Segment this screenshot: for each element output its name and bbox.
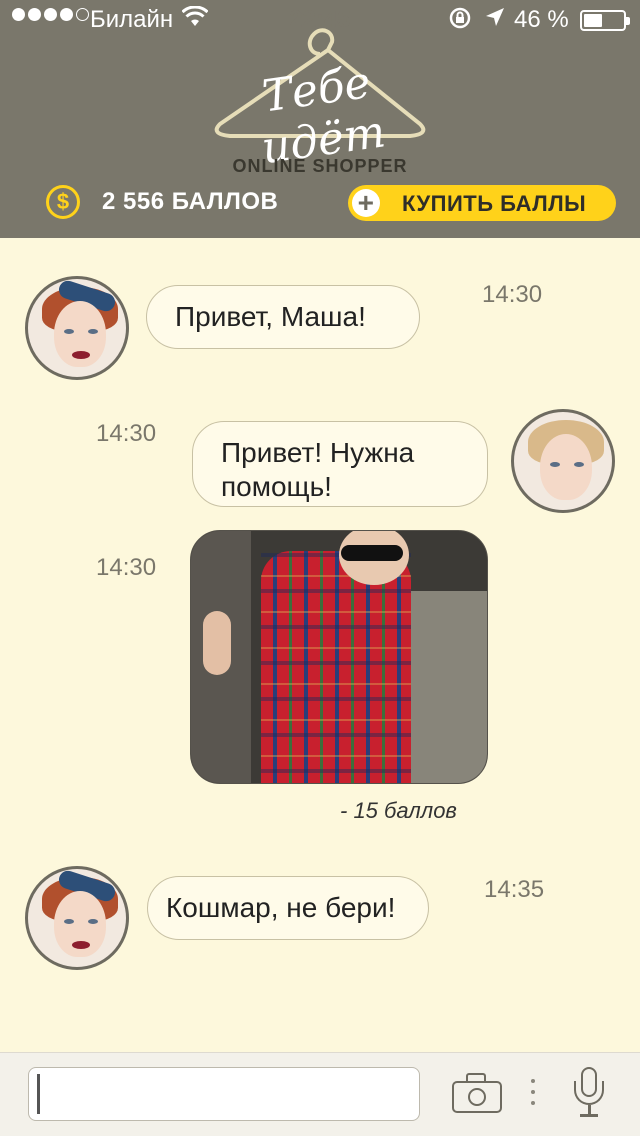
logo-subtitle: ONLINE SHOPPER	[232, 156, 408, 176]
message-photo[interactable]	[190, 530, 488, 784]
more-vertical-icon[interactable]	[531, 1079, 535, 1112]
message-time: 14:30	[96, 554, 157, 581]
coin-icon: $	[46, 185, 80, 219]
message-time: 14:35	[484, 876, 545, 903]
message-bubble: Привет, Маша!	[146, 285, 420, 349]
header: Билайн 22:45 46 % Тебе идёт ONLINE SHOPP…	[0, 0, 640, 238]
stylist-avatar[interactable]	[25, 866, 129, 970]
rotation-lock-icon	[448, 6, 472, 37]
buy-points-label: КУПИТЬ БАЛЛЫ	[402, 191, 587, 216]
message-time: 14:30	[482, 281, 543, 308]
stylist-avatar[interactable]	[25, 276, 129, 380]
battery-percentage: 46 %	[514, 6, 569, 33]
app-logo: Тебе идёт ONLINE SHOPPER	[210, 24, 430, 184]
message-input-bar	[0, 1052, 640, 1136]
message-bubble: Привет! Нужна помощь!	[192, 421, 488, 507]
text-cursor	[37, 1074, 40, 1114]
camera-icon[interactable]	[452, 1073, 502, 1113]
user-avatar[interactable]	[511, 409, 615, 513]
message-input[interactable]	[28, 1067, 420, 1121]
message-time: 14:30	[96, 420, 157, 447]
battery-icon	[580, 10, 630, 31]
buy-points-button[interactable]: + КУПИТЬ БАЛЛЫ	[348, 185, 616, 221]
points-balance: 2 556 БАЛЛОВ	[102, 188, 279, 215]
location-icon	[484, 6, 506, 35]
points-cost: - 15 баллов	[340, 798, 457, 823]
message-bubble: Кошмар, не бери!	[147, 876, 429, 940]
microphone-icon[interactable]	[574, 1067, 604, 1121]
plus-icon: +	[352, 189, 380, 217]
